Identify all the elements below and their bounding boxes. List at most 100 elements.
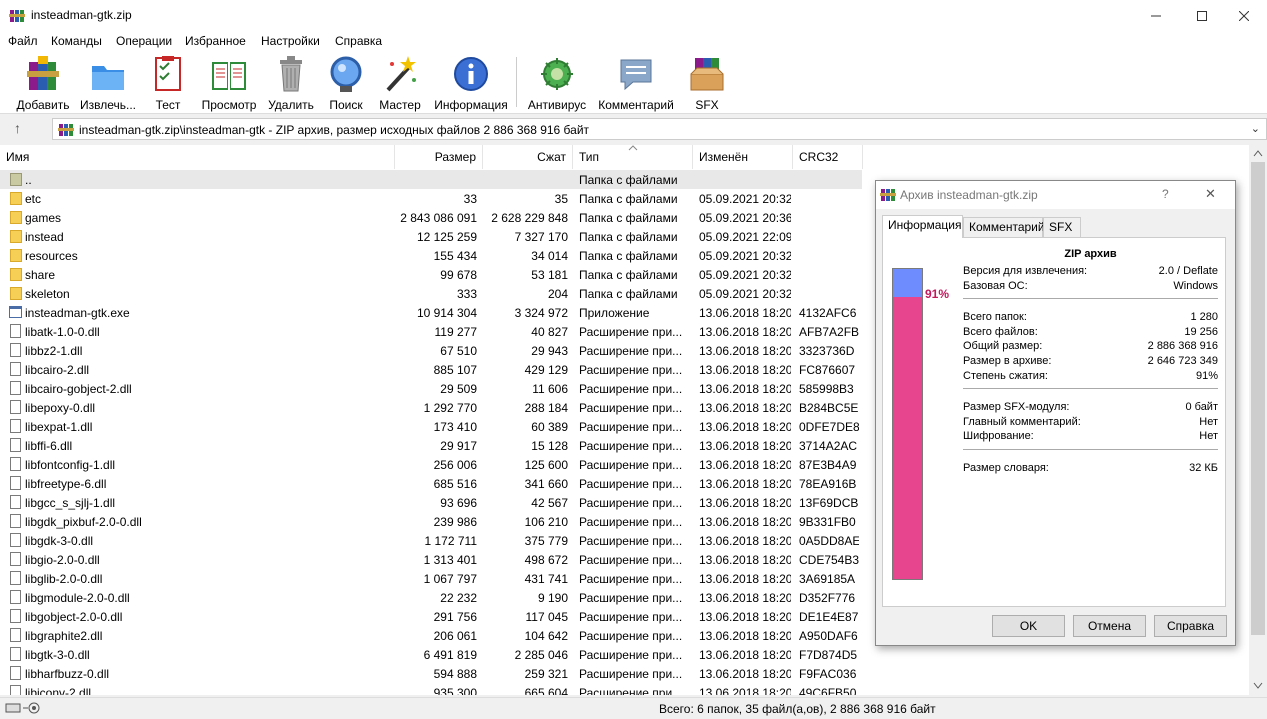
column-crc32[interactable]: CRC32 xyxy=(793,145,863,169)
minimize-button[interactable] xyxy=(1133,0,1179,31)
menu-operations[interactable]: Операции xyxy=(116,34,172,48)
maximize-button[interactable] xyxy=(1179,0,1225,31)
file-row[interactable]: libfontconfig-1.dll 256 006 125 600 Расшире… xyxy=(0,455,862,474)
file-size-cell: 12 125 259 xyxy=(416,230,477,244)
ok-button[interactable]: OK xyxy=(992,615,1065,637)
scroll-thumb[interactable] xyxy=(1251,162,1265,635)
file-type-cell: Расширение при... xyxy=(579,629,683,643)
sfx-button[interactable]: SFX xyxy=(686,54,728,112)
window-title: insteadman-gtk.zip xyxy=(31,8,132,22)
dll-file-icon xyxy=(10,476,21,490)
menu-help[interactable]: Справка xyxy=(335,34,382,48)
file-row[interactable]: libgdk_pixbuf-2.0-0.dll 239 986 106 210 Рас… xyxy=(0,512,862,531)
file-size-cell: 1 067 797 xyxy=(423,572,477,586)
scroll-up-icon[interactable] xyxy=(1253,149,1263,157)
close-button[interactable] xyxy=(1221,0,1267,31)
file-type-cell: Расширение при... xyxy=(579,458,683,472)
menu-file[interactable]: Файл xyxy=(8,34,38,48)
toolbar: Добавить Извлечь... Тест Просмотр Удалит… xyxy=(0,51,1267,114)
tab-info[interactable]: Информация xyxy=(882,215,963,238)
column-packed[interactable]: Сжат xyxy=(483,145,573,169)
file-row[interactable]: libfreetype-6.dll 685 516 341 660 Расширени… xyxy=(0,474,862,493)
file-name-cell: instead xyxy=(25,230,64,244)
title-bar: insteadman-gtk.zip xyxy=(0,0,1267,31)
file-row[interactable]: libgcc_s_sjlj-1.dll 93 696 42 567 Расширени… xyxy=(0,493,862,512)
wizard-button[interactable]: Мастер xyxy=(377,54,423,112)
file-modified-cell: 05.09.2021 20:36 xyxy=(699,211,791,225)
file-type-cell: Расширение при... xyxy=(579,648,683,662)
address-field[interactable]: insteadman-gtk.zip\insteadman-gtk - ZIP … xyxy=(52,118,1267,140)
dll-file-icon xyxy=(10,609,21,623)
menu-commands[interactable]: Команды xyxy=(51,34,102,48)
extract-button[interactable]: Извлечь... xyxy=(78,54,138,112)
test-button[interactable]: Тест xyxy=(148,54,188,112)
cancel-button[interactable]: Отмена xyxy=(1073,615,1146,637)
column-name[interactable]: Имя xyxy=(0,145,395,169)
file-row[interactable]: libffi-6.dll 29 917 15 128 Расширение при..… xyxy=(0,436,862,455)
file-modified-cell: 05.09.2021 20:32 xyxy=(699,287,791,301)
column-modified[interactable]: Изменён xyxy=(693,145,793,169)
file-packed-cell: 106 210 xyxy=(524,515,568,529)
file-modified-cell: 13.06.2018 18:20 xyxy=(699,648,791,662)
address-text: insteadman-gtk.zip\insteadman-gtk - ZIP … xyxy=(79,123,590,137)
up-folder-button[interactable]: ↑ xyxy=(14,120,21,136)
archive-icon xyxy=(58,124,74,136)
file-row[interactable]: libatk-1.0-0.dll 119 277 40 827 Расширение … xyxy=(0,322,862,341)
info-button[interactable]: Информация xyxy=(432,54,510,112)
dialog-title: Архив insteadman-gtk.zip xyxy=(900,188,1038,202)
file-size-cell: 67 510 xyxy=(440,344,477,358)
tab-sfx[interactable]: SFX xyxy=(1043,217,1081,237)
dll-file-icon xyxy=(10,400,21,414)
file-size-cell: 935 300 xyxy=(433,686,477,695)
file-packed-cell: 3 324 972 xyxy=(514,306,568,320)
file-row[interactable]: libgmodule-2.0-0.dll 22 232 9 190 Расширени… xyxy=(0,588,862,607)
file-row[interactable]: libcairo-2.dll 885 107 429 129 Расширение п… xyxy=(0,360,862,379)
antivirus-button[interactable]: Антивирус xyxy=(525,54,589,112)
dialog-close-button[interactable]: ✕ xyxy=(1205,186,1216,202)
file-row[interactable]: games 2 843 086 091 2 628 229 848 Папка с ф… xyxy=(0,208,862,227)
file-row[interactable]: libgtk-3-0.dll 6 491 819 2 285 046 Расширен… xyxy=(0,645,862,664)
find-button[interactable]: Поиск xyxy=(325,54,367,112)
file-row[interactable]: etc 33 35 Папка с файлами 05.09.2021 20:32 xyxy=(0,189,862,208)
info-row: Всего папок: 1 280 xyxy=(963,311,1218,325)
file-row[interactable]: libgobject-2.0-0.dll 291 756 117 045 Расшир… xyxy=(0,607,862,626)
file-row[interactable]: libcairo-gobject-2.dll 29 509 11 606 Расшир… xyxy=(0,379,862,398)
address-dropdown-icon[interactable]: ⌄ xyxy=(1251,122,1260,135)
file-row[interactable]: libepoxy-0.dll 1 292 770 288 184 Расширение… xyxy=(0,398,862,417)
menu-favorites[interactable]: Избранное xyxy=(185,34,246,48)
delete-button[interactable]: Удалить xyxy=(266,54,316,112)
sfx-icon xyxy=(687,54,727,94)
file-row[interactable]: .. Папка с файлами xyxy=(0,170,862,189)
file-row[interactable]: insteadman-gtk.exe 10 914 304 3 324 972 При… xyxy=(0,303,862,322)
file-row[interactable]: libharfbuzz-0.dll 594 888 259 321 Расширени… xyxy=(0,664,862,683)
dialog-title-bar: Архив insteadman-gtk.zip ? ✕ xyxy=(876,181,1235,209)
file-type-cell: Расширение при... xyxy=(579,477,683,491)
file-size-cell: 685 516 xyxy=(433,477,477,491)
dialog-help-button[interactable]: ? xyxy=(1162,187,1169,201)
file-type-cell: Расширение при... xyxy=(579,572,683,586)
file-row[interactable]: libgdk-3-0.dll 1 172 711 375 779 Расширение… xyxy=(0,531,862,550)
comment-button[interactable]: Комментарий xyxy=(596,54,676,112)
vertical-scrollbar[interactable] xyxy=(1249,145,1267,695)
file-row[interactable]: libgraphite2.dll 206 061 104 642 Расширение… xyxy=(0,626,862,645)
file-row[interactable]: libgio-2.0-0.dll 1 313 401 498 672 Расширен… xyxy=(0,550,862,569)
tab-comment[interactable]: Комментарий xyxy=(963,217,1045,237)
scroll-down-icon[interactable] xyxy=(1253,682,1263,690)
file-row[interactable]: libiconv-2.dll 935 300 665 604 Расширение п… xyxy=(0,683,862,695)
file-type-cell: Расширение при... xyxy=(579,401,683,415)
add-button[interactable]: Добавить xyxy=(14,54,72,112)
file-modified-cell: 05.09.2021 20:32 xyxy=(699,249,791,263)
file-row[interactable]: libbz2-1.dll 67 510 29 943 Расширение при..… xyxy=(0,341,862,360)
column-size[interactable]: Размер xyxy=(395,145,483,169)
file-row[interactable]: libglib-2.0-0.dll 1 067 797 431 741 Расшире… xyxy=(0,569,862,588)
view-button[interactable]: Просмотр xyxy=(198,54,260,112)
file-row[interactable]: skeleton 333 204 Папка с файлами 05.09.2021 … xyxy=(0,284,862,303)
menu-settings[interactable]: Настройки xyxy=(261,34,320,48)
dll-file-icon xyxy=(10,324,21,338)
file-row[interactable]: share 99 678 53 181 Папка с файлами 05.09.20… xyxy=(0,265,862,284)
file-row[interactable]: instead 12 125 259 7 327 170 Папка с файлам… xyxy=(0,227,862,246)
drive-icon[interactable] xyxy=(4,701,44,715)
file-row[interactable]: resources 155 434 34 014 Папка с файлами 05.… xyxy=(0,246,862,265)
file-row[interactable]: libexpat-1.dll 173 410 60 389 Расширение пр… xyxy=(0,417,862,436)
help-button[interactable]: Справка xyxy=(1154,615,1227,637)
